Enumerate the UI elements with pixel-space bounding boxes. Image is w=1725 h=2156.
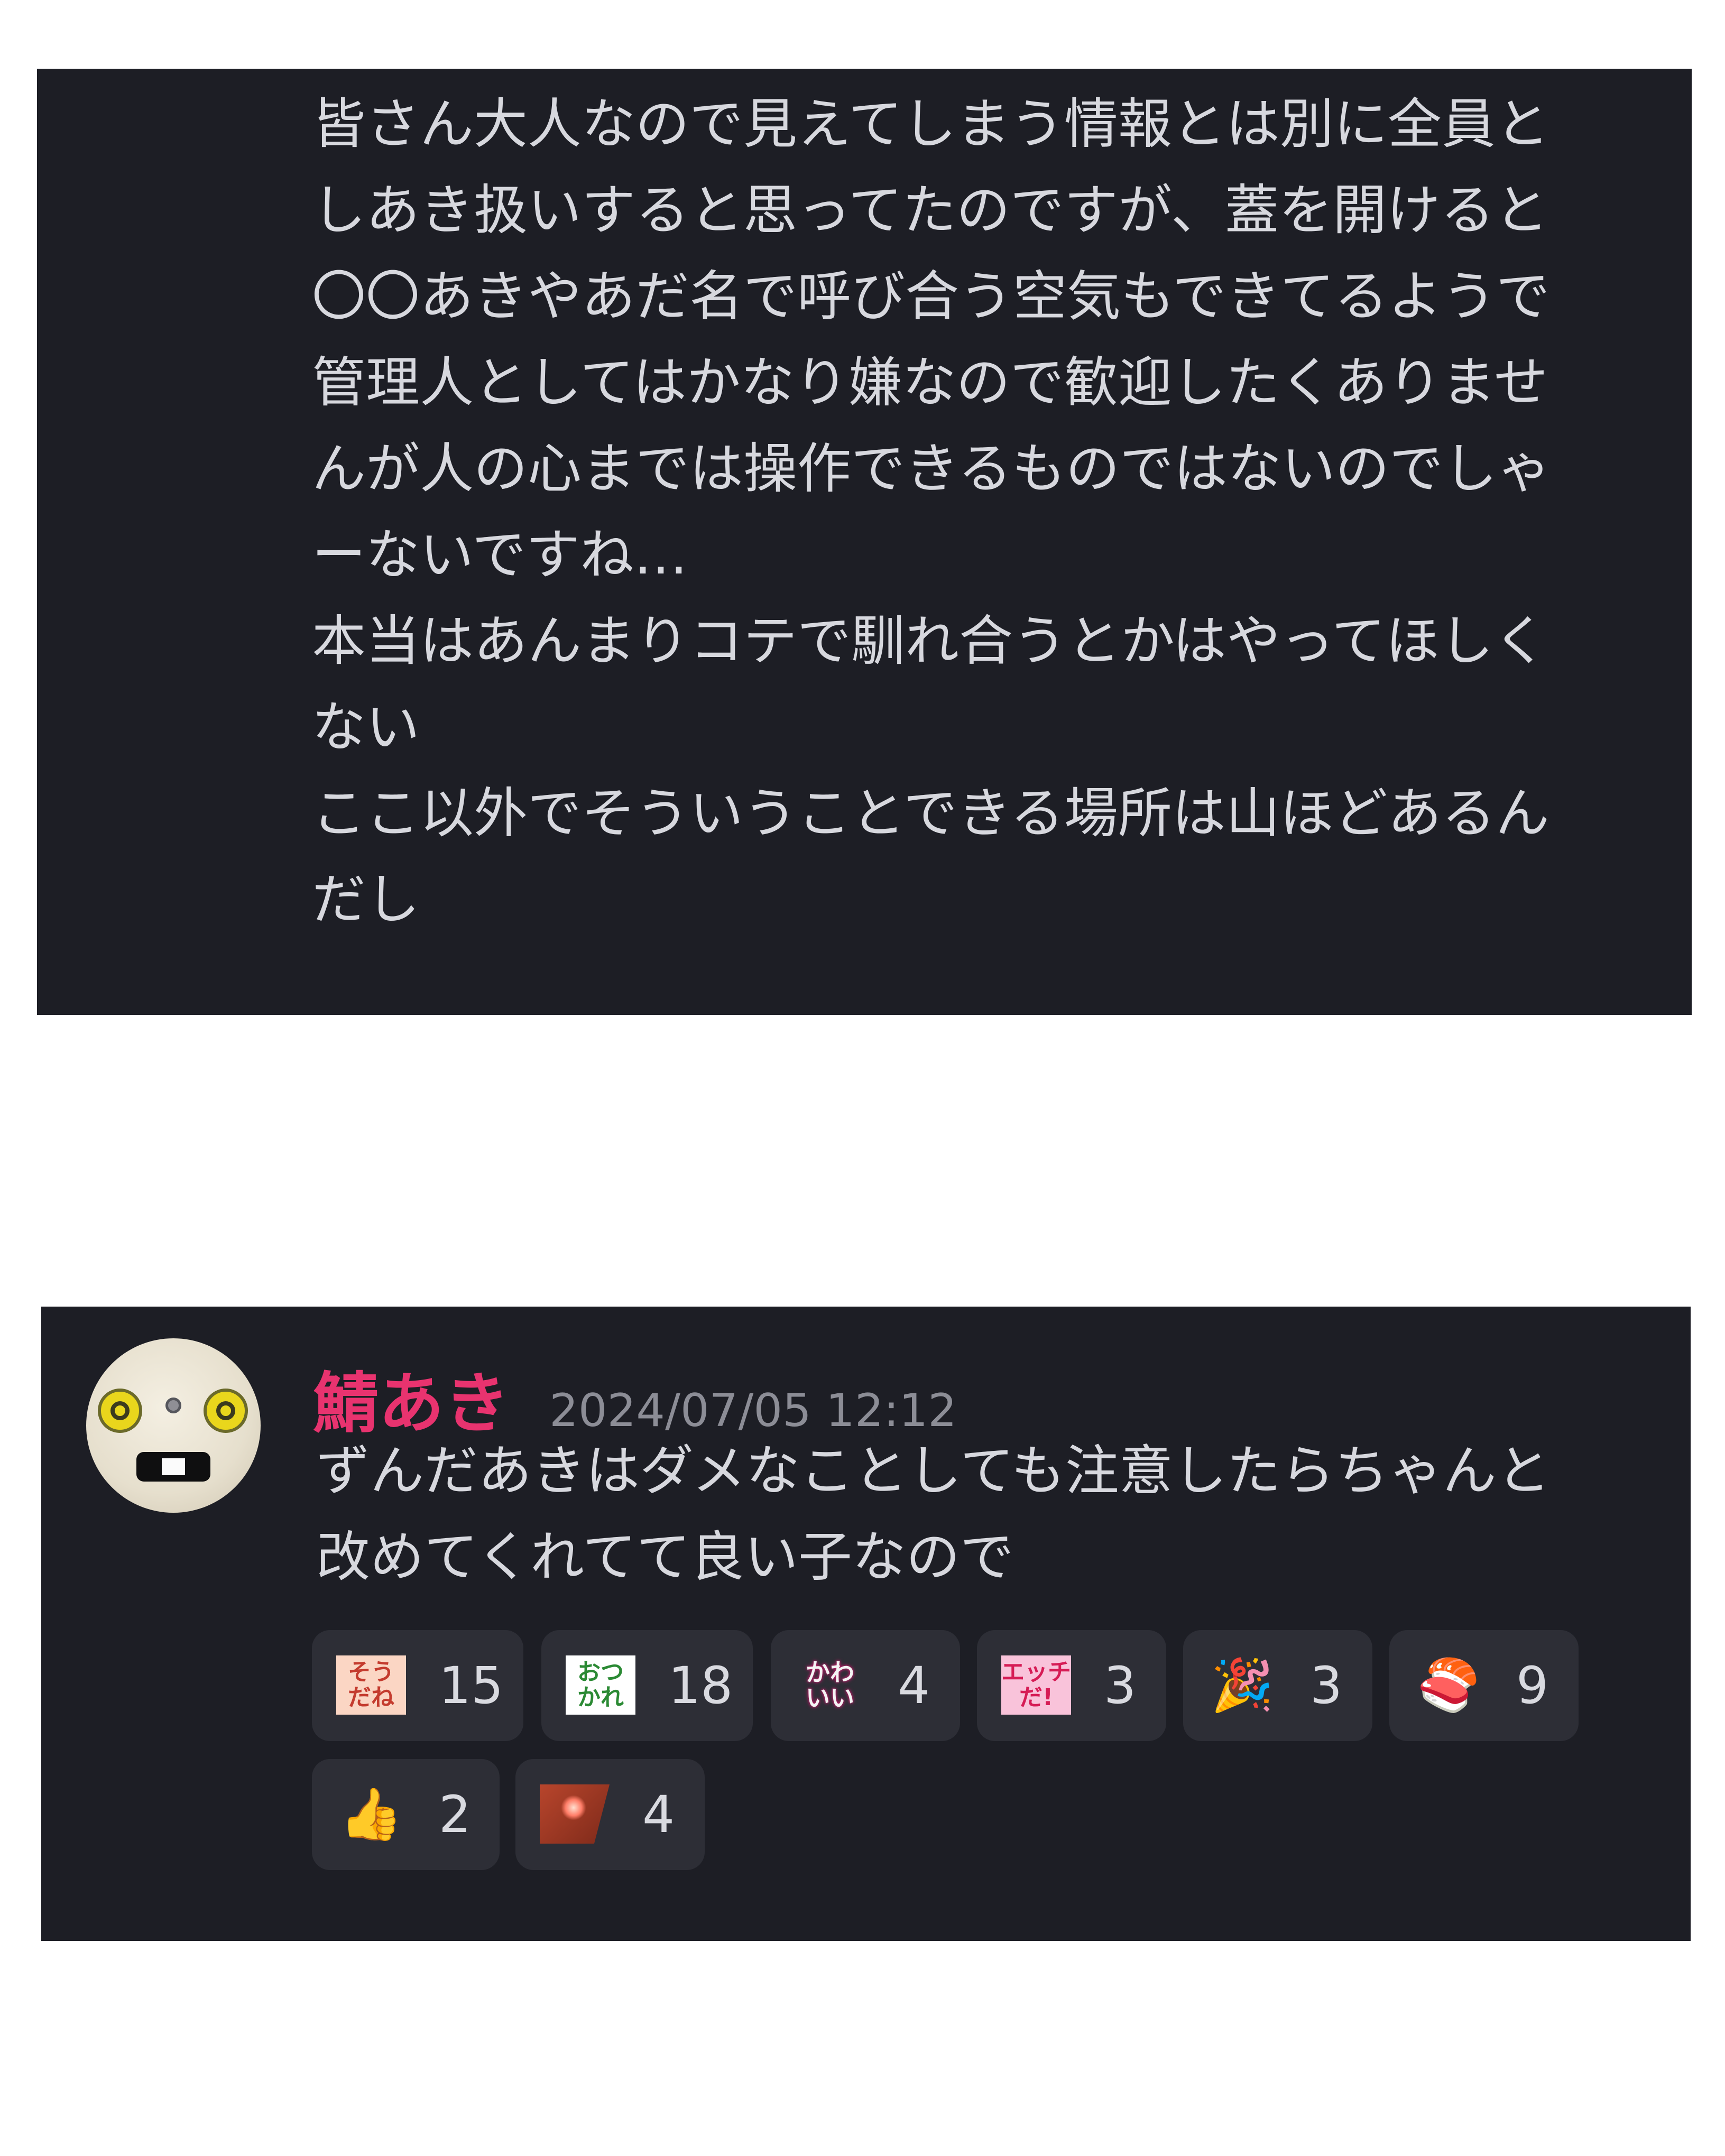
reaction-count: 4	[642, 1785, 675, 1844]
reaction-count: 15	[439, 1656, 504, 1715]
message-line: だし	[312, 868, 420, 931]
message-line: んが人の心までは操作できるものではないのでしゃ	[312, 438, 1551, 501]
message-line: ここ以外でそういうことできる場所は山ほどあるん	[312, 782, 1549, 845]
thumbs-up-icon: 👍	[339, 1784, 403, 1844]
bottom-message-panel: 鯖あき 2024/07/05 12:12 ずんだあきはダメなことしても注意したら…	[41, 1307, 1691, 1941]
avatar-nose	[165, 1398, 181, 1413]
avatar[interactable]	[86, 1338, 261, 1513]
reaction-kawaii[interactable]: かわ いい 4	[771, 1630, 960, 1741]
souda-sticker-icon: そう だね	[336, 1655, 406, 1715]
reaction-count: 3	[1104, 1656, 1137, 1715]
sushi-icon: 🍣	[1417, 1655, 1480, 1715]
reaction-count: 4	[898, 1656, 930, 1715]
message-line: 本当はあんまりコテで馴れ合うとかはやってほしく	[312, 610, 1547, 673]
reaction-thumbs-up[interactable]: 👍 2	[312, 1759, 500, 1870]
avatar-mouth	[136, 1452, 210, 1482]
reaction-count: 3	[1310, 1656, 1343, 1715]
message-header: 鯖あき 2024/07/05 12:12	[313, 1350, 957, 1442]
reaction-count: 18	[668, 1656, 733, 1715]
reaction-ecchi[interactable]: エッチ だ! 3	[977, 1630, 1166, 1741]
reaction-party-popper[interactable]: 🎉 3	[1183, 1630, 1372, 1741]
message-line: ーないですね…	[312, 524, 688, 587]
message-line: 皆さん大人なので見えてしまう情報とは別に全員と	[312, 93, 1549, 156]
message-line: 改めてくれてて良い子なので	[316, 1526, 1014, 1589]
message-line: ない	[312, 696, 420, 759]
reaction-otsukare[interactable]: おつ かれ 18	[541, 1630, 753, 1741]
bottom-message-body: ずんだあきはダメなことしても注意したらちゃんと 改めてくれてて良い子なので	[316, 1428, 1691, 1600]
message-line: ずんだあきはダメなことしても注意したらちゃんと	[316, 1440, 1551, 1503]
reaction-count: 9	[1516, 1656, 1549, 1715]
avatar-eye-right	[204, 1389, 248, 1433]
otsukare-sticker-icon: おつ かれ	[566, 1655, 635, 1715]
firework-sticker-icon	[540, 1784, 610, 1844]
top-message-body: 皆さん大人なので見えてしまう情報とは別に全員と しあき扱いすると思ってたのですが…	[312, 81, 1686, 943]
party-popper-icon: 🎉	[1211, 1655, 1274, 1715]
ecchi-sticker-icon: エッチ だ!	[1001, 1655, 1071, 1715]
reaction-firework[interactable]: 4	[515, 1759, 705, 1870]
message-line: 管理人としてはかなり嫌なので歓迎したくありませ	[312, 351, 1548, 414]
avatar-eye-left	[98, 1389, 142, 1433]
message-line: 〇〇あきやあだ名で呼び合う空気もできてるようで	[312, 265, 1550, 328]
message-line: しあき扱いすると思ってたのですが、蓋を開けると	[312, 179, 1548, 242]
reaction-souda[interactable]: そう だね 15	[312, 1630, 523, 1741]
reaction-sushi[interactable]: 🍣 9	[1389, 1630, 1579, 1741]
reaction-count: 2	[439, 1785, 472, 1844]
kawaii-sticker-icon: かわ いい	[806, 1658, 854, 1712]
top-message-panel: 皆さん大人なので見えてしまう情報とは別に全員と しあき扱いすると思ってたのですが…	[37, 69, 1692, 1015]
